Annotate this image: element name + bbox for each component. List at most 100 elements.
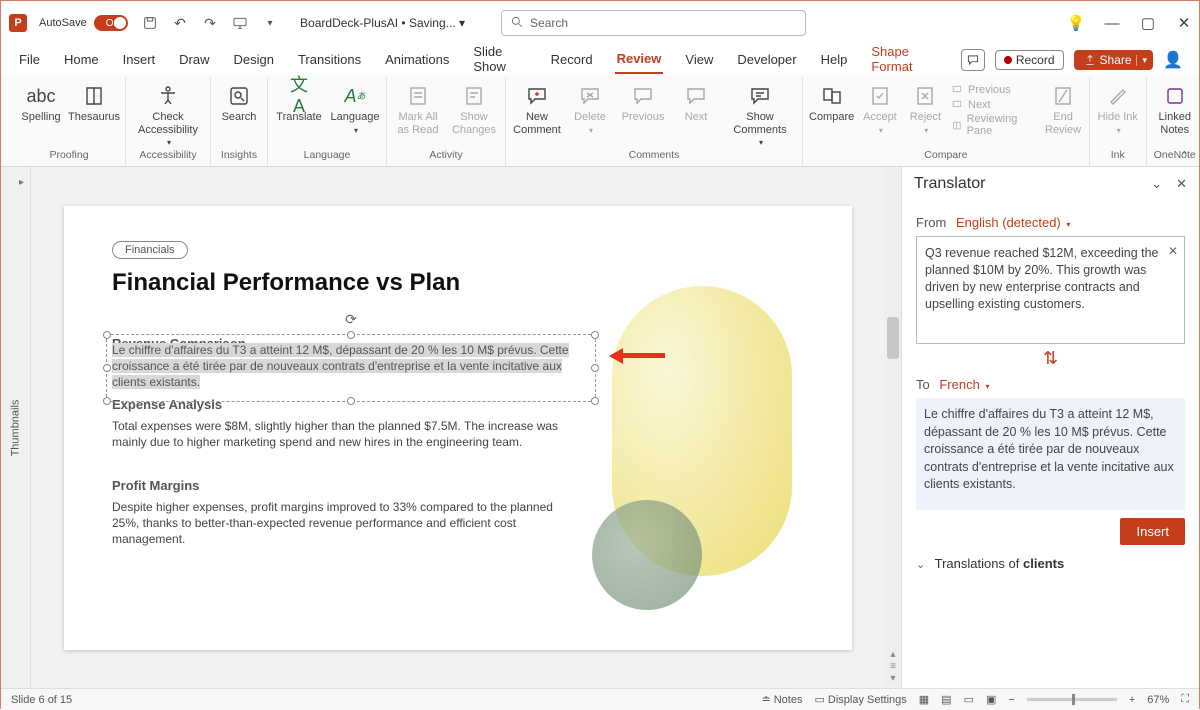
ribbon-tabs: File Home Insert Draw Design Transitions… [1,45,1199,75]
undo-icon[interactable]: ↶ [172,15,188,31]
redo-icon[interactable]: ↷ [202,15,218,31]
chevron-down-icon: ▾ [985,382,989,391]
comments-button[interactable] [961,49,985,71]
share-caret-icon[interactable]: ▾ [1136,55,1148,66]
reject-button: Reject▾ [906,79,945,135]
pane-menu-icon[interactable]: ⌄ [1151,176,1162,192]
hide-ink-button: Hide Ink▾ [1096,79,1140,135]
from-label: From [916,215,946,230]
tab-shape-format[interactable]: Shape Format [869,40,940,80]
accept-icon [867,83,893,109]
display-settings-button[interactable]: ▭Display Settings [814,693,906,706]
chevron-down-icon: ⌄ [916,559,925,571]
zoom-level[interactable]: 67% [1147,694,1169,706]
thumbnails-expand-icon[interactable]: ▸ [19,177,24,188]
to-language[interactable]: To French ▾ [916,377,1185,392]
close-icon[interactable]: ✕ [1177,16,1191,30]
slide-canvas[interactable]: Financials Financial Performance vs Plan… [31,167,885,688]
tab-file[interactable]: File [17,48,42,73]
autosave-toggle[interactable]: AutoSave On [39,15,128,31]
account-icon[interactable]: 👤 [1163,50,1183,70]
rotate-handle-icon[interactable]: ⟳ [345,311,357,328]
fit-to-window-icon[interactable]: ⛶ [1181,693,1189,706]
decorative-blob-green [592,500,702,610]
language-button[interactable]: AあLanguage▾ [330,79,380,135]
save-icon[interactable] [142,15,158,31]
from-language[interactable]: From English (detected) ▾ [916,215,1185,230]
scrollbar-thumb[interactable] [887,317,899,359]
zoom-out-icon[interactable]: − [1008,694,1014,706]
group-label: OneNote [1154,149,1196,165]
compare-nav: Previous Next Reviewing Pane [951,79,1037,137]
present-icon[interactable] [232,15,248,31]
maximize-icon[interactable]: ▢ [1141,16,1155,30]
lightbulb-icon[interactable]: 💡 [1069,16,1083,30]
group-label: Activity [429,149,462,165]
vertical-scrollbar[interactable]: ▴≡▾ [885,167,901,688]
translate-button[interactable]: 文ATranslate [274,79,324,124]
linked-notes-button[interactable]: NLinked Notes [1153,79,1197,136]
handle-n[interactable] [347,331,355,339]
record-button[interactable]: Record [995,50,1064,70]
handle-s[interactable] [347,397,355,405]
handle-sw[interactable] [103,397,111,405]
qat-overflow-icon[interactable]: ▾ [262,15,278,31]
minimize-icon[interactable]: ― [1105,16,1119,30]
handle-e[interactable] [591,364,599,372]
swap-languages-icon[interactable]: ⇅ [916,348,1185,369]
tab-draw[interactable]: Draw [177,48,211,73]
compare-previous: Previous [951,83,1037,96]
tab-developer[interactable]: Developer [735,48,798,73]
source-text-box[interactable]: Q3 revenue reached $12M, exceeding the p… [916,236,1185,344]
zoom-in-icon[interactable]: + [1129,694,1135,706]
tab-review[interactable]: Review [615,47,664,74]
tab-transitions[interactable]: Transitions [296,48,363,73]
share-button[interactable]: Share▾ [1074,50,1154,70]
slide-nav-arrows[interactable]: ▴≡▾ [885,649,901,684]
view-slideshow-icon[interactable]: ▣ [986,693,996,706]
search-icon [226,83,252,109]
group-activity: Mark All as Read Show Changes Activity [387,77,506,166]
next-icon [683,83,709,109]
tab-help[interactable]: Help [819,48,850,73]
accept-button: Accept▾ [860,79,899,135]
smart-lookup-button[interactable]: Search [217,79,261,124]
collapse-ribbon-icon[interactable]: ⌃ [1180,149,1189,162]
handle-se[interactable] [591,397,599,405]
tab-view[interactable]: View [683,48,715,73]
view-sorter-icon[interactable]: ▤ [941,693,951,706]
tab-insert[interactable]: Insert [121,48,158,73]
check-accessibility-button[interactable]: Check Accessibility▾ [132,79,204,147]
pane-close-icon[interactable]: ✕ [1176,176,1187,192]
tab-slideshow[interactable]: Slide Show [471,40,528,80]
search-input[interactable]: Search [501,10,806,36]
group-label: Language [304,149,351,165]
group-accessibility: Check Accessibility▾ Accessibility [126,77,211,166]
new-comment-button[interactable]: New Comment [512,79,562,136]
thumbnails-rail[interactable]: Thumbnails [1,167,31,688]
section1-body[interactable]: Le chiffre d'affaires du T3 a atteint 12… [112,342,588,391]
zoom-slider[interactable] [1027,698,1117,701]
spelling-button[interactable]: abcSpelling [19,79,63,124]
delete-icon [577,83,603,109]
view-normal-icon[interactable]: ▦ [919,693,929,706]
tab-home[interactable]: Home [62,48,101,73]
document-title[interactable]: BoardDeck-PlusAI • Saving... ▾ [300,16,465,30]
tab-design[interactable]: Design [232,48,276,73]
translations-of[interactable]: ⌄ Translations of clients [916,556,1185,571]
thesaurus-button[interactable]: Thesaurus [69,79,119,124]
tab-record[interactable]: Record [549,48,595,73]
insert-button[interactable]: Insert [1120,518,1185,545]
handle-nw[interactable] [103,331,111,339]
tab-animations[interactable]: Animations [383,48,451,73]
group-label: Compare [924,149,967,165]
slide-counter[interactable]: Slide 6 of 15 [11,694,72,706]
reject-icon [912,83,938,109]
view-reading-icon[interactable]: ▭ [964,693,974,706]
notes-button[interactable]: ≐Notes [762,693,803,706]
handle-w[interactable] [103,364,111,372]
clear-icon[interactable]: ✕ [1168,243,1178,259]
handle-ne[interactable] [591,331,599,339]
show-comments-button[interactable]: Show Comments▾ [724,79,796,147]
compare-button[interactable]: Compare [809,79,854,124]
